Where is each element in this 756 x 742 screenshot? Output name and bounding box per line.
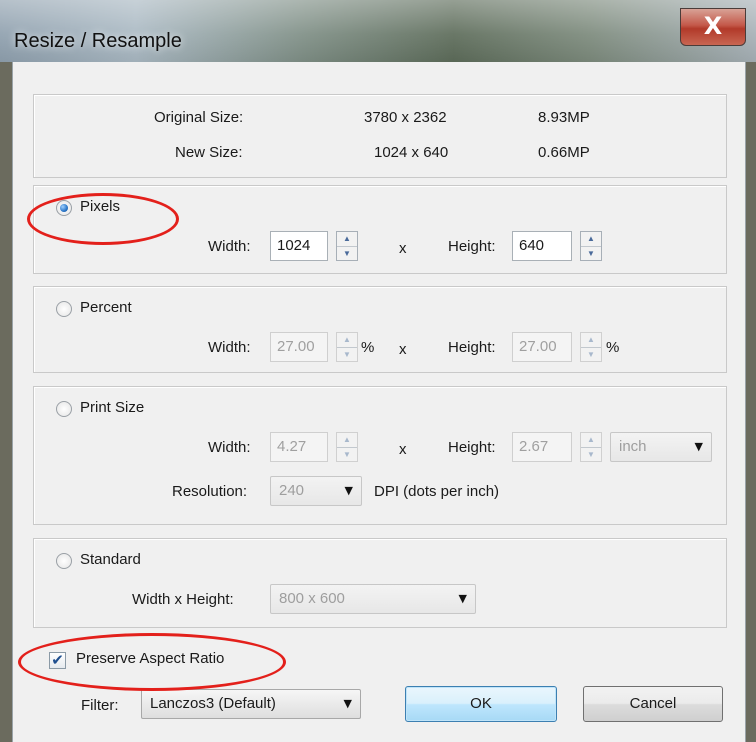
original-size-label: Original Size: xyxy=(154,109,244,126)
pixels-height-label: Height: xyxy=(448,238,496,255)
close-icon: X xyxy=(703,12,723,40)
pixels-width-label: Width: xyxy=(208,238,251,255)
dialog-body: Original Size: 3780 x 2362 8.93MP New Si… xyxy=(12,62,746,742)
standard-size-label: Width x Height: xyxy=(132,591,234,608)
filter-label: Filter: xyxy=(81,697,119,714)
percent-radio[interactable] xyxy=(56,301,72,317)
print-width-label: Width: xyxy=(208,439,251,456)
standard-radio[interactable] xyxy=(56,553,72,569)
resolution-dropdown[interactable]: 240 ▼ xyxy=(270,476,362,506)
chevron-down-icon: ▼ xyxy=(458,592,467,605)
spin-up-icon[interactable]: ▲ xyxy=(337,333,357,348)
print-size-group: Print Size Width: 4.27 ▲ ▼ x Height: 2.6… xyxy=(33,386,727,525)
chevron-down-icon: ▼ xyxy=(344,484,353,497)
print-times-symbol: x xyxy=(399,441,407,458)
print-width-input[interactable]: 4.27 xyxy=(270,432,328,462)
original-size-megapixels: 8.93MP xyxy=(538,109,590,126)
cancel-button[interactable]: Cancel xyxy=(583,686,723,722)
percent-width-input[interactable]: 27.00 xyxy=(270,332,328,362)
new-size-label: New Size: xyxy=(175,144,243,161)
print-height-input[interactable]: 2.67 xyxy=(512,432,572,462)
new-size-dimensions: 1024 x 640 xyxy=(374,144,449,161)
percent-height-input[interactable]: 27.00 xyxy=(512,332,572,362)
spin-up-icon[interactable]: ▲ xyxy=(581,433,601,448)
percent-group: Percent Width: 27.00 ▲ ▼ % x Height: 27.… xyxy=(33,286,727,373)
original-size-dimensions: 3780 x 2362 xyxy=(364,109,447,126)
spin-down-icon[interactable]: ▼ xyxy=(337,348,357,362)
preserve-aspect-checkbox[interactable]: ✔ xyxy=(49,652,66,669)
spin-up-icon[interactable]: ▲ xyxy=(581,232,601,247)
ok-button[interactable]: OK xyxy=(405,686,557,722)
spin-down-icon[interactable]: ▼ xyxy=(581,448,601,462)
percent-width-spinner[interactable]: ▲ ▼ xyxy=(336,332,358,362)
new-size-megapixels: 0.66MP xyxy=(538,144,590,161)
print-height-spinner[interactable]: ▲ ▼ xyxy=(580,432,602,462)
standard-group: Standard Width x Height: 800 x 600 ▼ xyxy=(33,538,727,628)
print-height-label: Height: xyxy=(448,439,496,456)
chevron-down-icon: ▼ xyxy=(694,440,703,453)
filter-value: Lanczos3 (Default) xyxy=(150,695,276,712)
pixels-label: Pixels xyxy=(80,198,121,215)
pixels-width-spinner[interactable]: ▲ ▼ xyxy=(336,231,358,261)
spin-up-icon[interactable]: ▲ xyxy=(581,333,601,348)
spin-down-icon[interactable]: ▼ xyxy=(337,448,357,462)
percent-height-spinner[interactable]: ▲ ▼ xyxy=(580,332,602,362)
pixels-times-symbol: x xyxy=(399,240,407,257)
spin-down-icon[interactable]: ▼ xyxy=(337,247,357,261)
print-size-radio[interactable] xyxy=(56,401,72,417)
resolution-label: Resolution: xyxy=(172,483,248,500)
standard-label: Standard xyxy=(80,551,141,568)
close-button[interactable]: X xyxy=(680,8,746,46)
standard-size-dropdown[interactable]: 800 x 600 ▼ xyxy=(270,584,476,614)
percent-height-unit: % xyxy=(606,339,620,356)
filter-dropdown[interactable]: Lanczos3 (Default) ▼ xyxy=(141,689,361,719)
print-size-label: Print Size xyxy=(80,399,145,416)
percent-width-label: Width: xyxy=(208,339,251,356)
chevron-down-icon: ▼ xyxy=(343,697,352,710)
size-summary-panel: Original Size: 3780 x 2362 8.93MP New Si… xyxy=(33,94,727,178)
pixels-height-input[interactable]: 640 xyxy=(512,231,572,261)
pixels-height-spinner[interactable]: ▲ ▼ xyxy=(580,231,602,261)
print-width-spinner[interactable]: ▲ ▼ xyxy=(336,432,358,462)
print-unit-value: inch xyxy=(619,438,647,455)
pixels-radio[interactable] xyxy=(56,200,72,216)
percent-width-unit: % xyxy=(361,339,375,356)
spin-up-icon[interactable]: ▲ xyxy=(337,433,357,448)
resolution-value: 240 xyxy=(279,482,305,499)
percent-height-label: Height: xyxy=(448,339,496,356)
spin-down-icon[interactable]: ▼ xyxy=(581,348,601,362)
percent-label: Percent xyxy=(80,299,132,316)
resolution-unit-label: DPI (dots per inch) xyxy=(374,483,500,500)
spin-down-icon[interactable]: ▼ xyxy=(581,247,601,261)
percent-times-symbol: x xyxy=(399,341,407,358)
standard-size-value: 800 x 600 xyxy=(279,590,345,607)
checkmark-icon: ✔ xyxy=(51,651,64,669)
spin-up-icon[interactable]: ▲ xyxy=(337,232,357,247)
pixels-group: Pixels Width: 1024 ▲ ▼ x Height: 640 ▲ ▼ xyxy=(33,185,727,274)
window-title: Resize / Resample xyxy=(14,30,182,52)
preserve-aspect-label: Preserve Aspect Ratio xyxy=(76,650,225,667)
print-unit-dropdown[interactable]: inch ▼ xyxy=(610,432,712,462)
pixels-width-input[interactable]: 1024 xyxy=(270,231,328,261)
